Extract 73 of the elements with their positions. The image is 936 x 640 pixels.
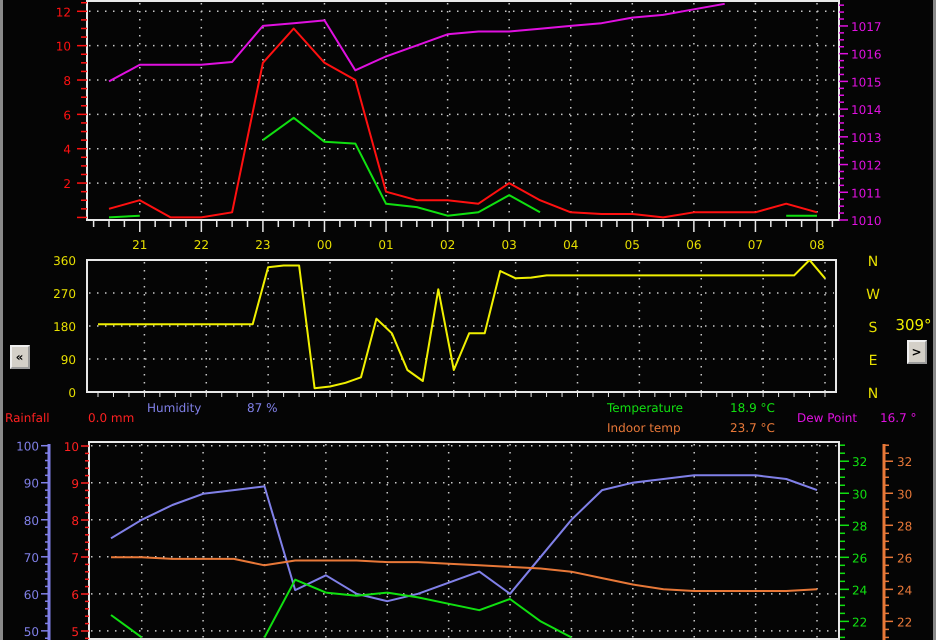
legend-label: Indoor temp: [607, 421, 682, 435]
legend-label: Temperature: [607, 401, 684, 415]
tick-label: 5: [71, 625, 79, 639]
legend-label: Dew Point: [797, 411, 858, 425]
tick-label: 24: [897, 583, 912, 598]
compass-label: N: [868, 386, 878, 398]
legend-label: Humidity: [147, 401, 202, 415]
tick-label: 26: [852, 551, 868, 566]
tick-label: 100: [16, 440, 39, 454]
tick-label: 180: [53, 320, 76, 334]
tick-label: 1011: [851, 186, 882, 200]
legend-value: 18.9 °C: [730, 401, 776, 415]
tick-label: 32: [852, 455, 868, 470]
tick-label: 0: [68, 386, 76, 398]
tick-label: 26: [897, 551, 912, 566]
tick-label: 4: [63, 142, 71, 157]
tick-label: 1016: [851, 48, 882, 62]
tick-label: 12: [56, 5, 71, 20]
tick-label: 360: [53, 254, 76, 268]
tick-label: 04: [563, 238, 578, 252]
tick-label: 6: [71, 588, 79, 602]
tick-label: 23: [255, 238, 271, 252]
tick-label: 22: [897, 615, 912, 630]
compass-label: S: [868, 320, 878, 336]
tick-label: 1013: [851, 130, 882, 145]
direction-reading: 309°: [895, 316, 932, 334]
legend-value: 16.7 °: [880, 411, 918, 425]
tick-label: 8: [71, 514, 79, 528]
forward-button[interactable]: >: [906, 340, 926, 364]
tick-label: 6: [63, 108, 71, 122]
tick-label: 28: [897, 519, 912, 534]
tick-label: 08: [809, 238, 825, 252]
legend-value: 23.7 °C: [730, 421, 776, 435]
tick-label: 06: [686, 238, 702, 252]
tick-label: 30: [897, 487, 912, 502]
tick-label: 02: [440, 238, 456, 252]
compass-label: N: [868, 254, 878, 270]
tick-label: 10: [64, 440, 79, 454]
tick-label: 28: [852, 519, 868, 534]
tick-label: 8: [63, 74, 71, 88]
tick-label: 7: [71, 551, 79, 565]
tick-label: 60: [24, 588, 39, 602]
compass-label: W: [866, 287, 880, 303]
tick-label: 1010: [851, 214, 882, 228]
tick-label: 22: [852, 615, 868, 630]
tick-label: 1015: [851, 75, 882, 90]
tick-label: 10: [56, 40, 71, 54]
tick-label: 9: [71, 477, 79, 491]
tick-label: 2: [63, 177, 71, 192]
back-button[interactable]: «: [10, 345, 30, 369]
legend-label: Rainfall: [5, 411, 51, 425]
tick-label: 05: [624, 238, 640, 252]
tick-label: 90: [24, 476, 39, 491]
tick-label: 1017: [851, 20, 882, 34]
tick-label: 32: [897, 455, 912, 470]
tick-label: 07: [748, 238, 764, 252]
tick-label: 270: [53, 287, 76, 301]
tick-label: 01: [378, 238, 394, 252]
tick-label: 90: [60, 353, 76, 367]
tick-label: 22: [194, 238, 209, 252]
tick-label: 00: [316, 238, 332, 252]
legend-value: 0.0 mm: [88, 411, 136, 425]
tick-label: 21: [132, 238, 148, 252]
tick-label: 80: [24, 514, 39, 528]
tick-label: 1012: [851, 158, 882, 173]
tick-label: 24: [852, 583, 868, 598]
tick-label: 30: [852, 487, 868, 502]
tick-label: 03: [502, 238, 517, 252]
tick-label: 70: [24, 550, 39, 565]
tick-label: 1014: [851, 103, 882, 118]
compass-label: E: [868, 353, 878, 369]
legend-value: 87 %: [247, 401, 278, 415]
tick-label: 50: [24, 624, 39, 639]
